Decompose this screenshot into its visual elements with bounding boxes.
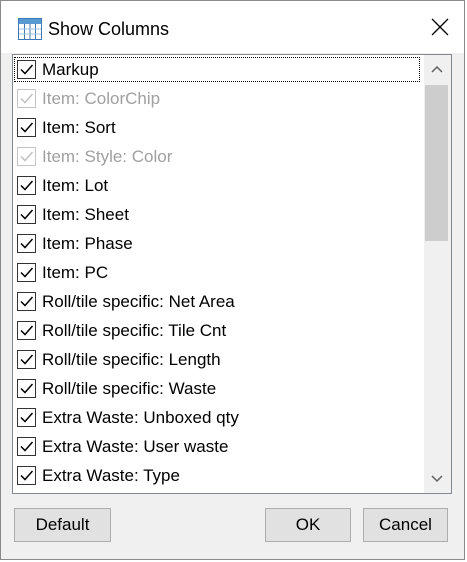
checkmark-icon: [20, 267, 34, 278]
checkmark-icon: [20, 441, 34, 452]
column-option-label: Extra Waste: Unboxed qty: [42, 408, 239, 427]
close-icon[interactable]: [431, 18, 449, 36]
checkmark-icon: [20, 296, 34, 307]
column-option-label: Item: Sort: [42, 118, 116, 137]
title-bar: Show Columns: [1, 1, 464, 53]
column-option-label: Item: Lot: [42, 176, 109, 195]
chevron-up-icon: [431, 65, 443, 73]
column-option-label: Extra Waste: User waste: [42, 437, 229, 456]
column-option[interactable]: Item: Lot: [13, 171, 423, 200]
column-option-label: Roll/tile specific: Waste: [42, 379, 217, 398]
checkbox: [17, 147, 36, 166]
checkmark-icon: [20, 93, 34, 104]
column-option[interactable]: Roll/tile specific: Waste: [13, 374, 423, 403]
scroll-down-button[interactable]: [424, 465, 451, 493]
checkbox[interactable]: [17, 263, 36, 282]
checkmark-icon: [20, 238, 34, 249]
column-option-label: Item: PC: [42, 263, 109, 282]
checkmark-icon: [20, 470, 34, 481]
checkbox[interactable]: [17, 234, 36, 253]
chevron-down-icon: [431, 475, 443, 483]
checkmark-icon: [20, 64, 34, 75]
column-option: Item: Style: Color: [13, 142, 423, 171]
columns-listbox[interactable]: Markup Item: ColorChip Item: Sort Item: Sty…: [12, 54, 452, 494]
checkbox[interactable]: [17, 466, 36, 485]
checkmark-icon: [20, 412, 34, 423]
columns-list: Markup Item: ColorChip Item: Sort Item: Sty…: [13, 55, 423, 490]
column-option-label: Item: ColorChip: [42, 89, 161, 108]
checkmark-icon: [20, 209, 34, 220]
column-option[interactable]: Roll/tile specific: Tile Cnt: [13, 316, 423, 345]
scroll-thumb[interactable]: [425, 85, 448, 241]
column-option-label: Item: Phase: [42, 234, 133, 253]
checkmark-icon: [20, 151, 34, 162]
column-option[interactable]: Item: PC: [13, 258, 423, 287]
column-option[interactable]: Roll/tile specific: Length: [13, 345, 423, 374]
checkbox[interactable]: [17, 176, 36, 195]
checkbox[interactable]: [17, 60, 36, 79]
checkbox[interactable]: [17, 205, 36, 224]
close-button[interactable]: [418, 1, 464, 53]
column-option-label: Item: Sheet: [42, 205, 129, 224]
column-option-label: Roll/tile specific: Length: [42, 350, 221, 369]
column-option-label: Extra Waste: Type: [42, 466, 180, 485]
column-option-label: Roll/tile specific: Tile Cnt: [42, 321, 227, 340]
checkmark-icon: [20, 383, 34, 394]
show-columns-dialog: Show Columns Markup Item: ColorChip Item: …: [0, 0, 465, 560]
checkbox: [17, 89, 36, 108]
column-option-label: Markup: [42, 60, 99, 79]
column-option: Item: ColorChip: [13, 84, 423, 113]
column-option-label: Item: Style: Color: [42, 147, 173, 166]
window-title: Show Columns: [48, 19, 170, 39]
checkbox[interactable]: [17, 118, 36, 137]
column-option[interactable]: Item: Sheet: [13, 200, 423, 229]
column-option[interactable]: Roll/tile specific: Net Area: [13, 287, 423, 316]
checkbox[interactable]: [17, 350, 36, 369]
cancel-button[interactable]: Cancel: [363, 508, 448, 542]
column-option[interactable]: Extra Waste: User waste: [13, 432, 423, 461]
column-option[interactable]: Extra Waste: Type: [13, 461, 423, 490]
checkmark-icon: [20, 325, 34, 336]
checkmark-icon: [20, 354, 34, 365]
checkbox[interactable]: [17, 408, 36, 427]
column-option[interactable]: Item: Phase: [13, 229, 423, 258]
default-button[interactable]: Default: [14, 508, 111, 542]
checkbox[interactable]: [17, 292, 36, 311]
checkbox[interactable]: [17, 437, 36, 456]
column-option-label: Roll/tile specific: Net Area: [42, 292, 235, 311]
column-option[interactable]: Item: Sort: [13, 113, 423, 142]
column-option[interactable]: Extra Waste: Unboxed qty: [13, 403, 423, 432]
checkbox[interactable]: [17, 321, 36, 340]
checkbox[interactable]: [17, 379, 36, 398]
checkmark-icon: [20, 180, 34, 191]
ok-button[interactable]: OK: [265, 508, 351, 542]
scroll-up-button[interactable]: [424, 55, 451, 83]
table-columns-icon: [18, 18, 42, 40]
checkmark-icon: [20, 122, 34, 133]
column-option[interactable]: Markup: [13, 55, 423, 84]
vertical-scrollbar[interactable]: [424, 55, 451, 493]
